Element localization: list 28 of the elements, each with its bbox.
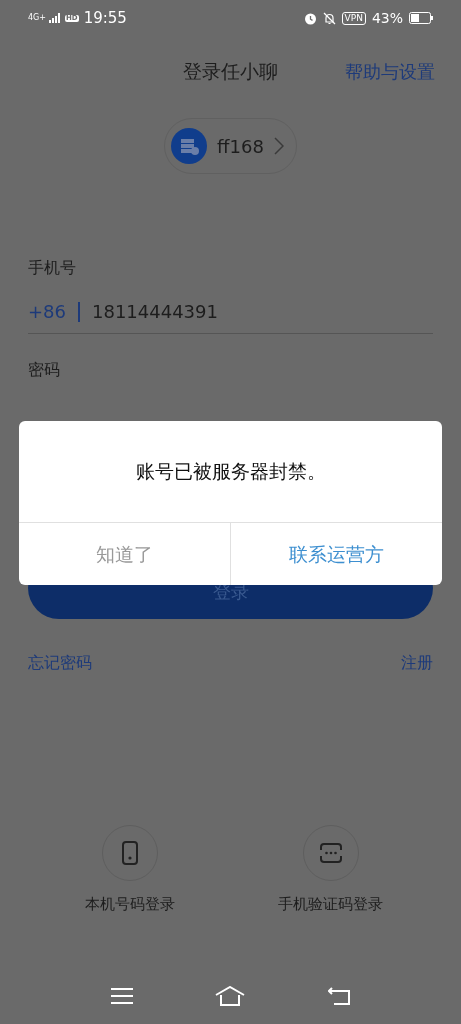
phone-icon	[122, 841, 139, 865]
mute-bell-icon	[322, 11, 336, 25]
page-title: 登录任小聊	[183, 58, 278, 84]
battery-percent: 43%	[371, 8, 403, 28]
alarm-icon	[303, 11, 317, 25]
menu-icon[interactable]	[111, 987, 134, 1005]
phone-number: 18114444391	[92, 300, 218, 324]
server-icon	[171, 128, 208, 164]
back-icon[interactable]	[327, 987, 350, 1005]
country-code[interactable]: +86	[28, 298, 66, 325]
network-label: 4G+	[28, 14, 46, 22]
dialog-message: 账号已被服务器封禁。	[135, 459, 326, 485]
chevron-right-icon	[273, 137, 284, 155]
message-code-icon	[318, 843, 343, 863]
clock-time: 19:55	[83, 7, 127, 29]
home-icon[interactable]	[215, 986, 246, 1006]
password-label: 密码	[28, 359, 61, 381]
dialog-button[interactable]: 联系运营方	[230, 523, 442, 585]
alt-login-option[interactable]: 手机验证码登录	[255, 825, 406, 916]
signal-icon	[49, 13, 62, 23]
phone-field[interactable]: +86 18114444391	[28, 298, 433, 334]
help-settings-link[interactable]: 帮助与设置	[345, 57, 435, 85]
battery-icon	[409, 12, 433, 24]
register-link[interactable]: 注册	[401, 651, 433, 675]
vpn-badge: VPN	[341, 11, 366, 25]
forgot-password-link[interactable]: 忘记密码	[28, 651, 92, 675]
phone-label: 手机号	[28, 257, 77, 279]
alt-login-option[interactable]: 本机号码登录	[55, 825, 206, 916]
